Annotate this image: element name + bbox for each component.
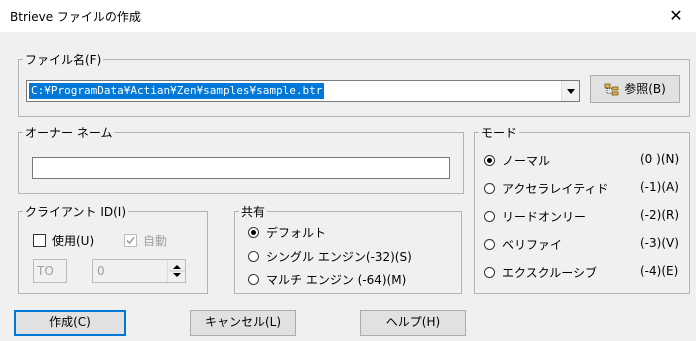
use-label: 使用(U) bbox=[52, 234, 95, 248]
cancel-button[interactable]: キャンセル(L) bbox=[190, 310, 296, 336]
file-name-legend: ファイル名(F) bbox=[25, 53, 102, 67]
spin-arrows-icon bbox=[169, 265, 185, 277]
auto-label: 自動 bbox=[143, 234, 168, 248]
chevron-down-icon bbox=[567, 89, 575, 94]
browse-button[interactable]: 参照(B) bbox=[590, 75, 680, 103]
share-multi-engine-label: マルチ エンジン (-64)(M) bbox=[266, 273, 407, 287]
client-prefix-value: TO bbox=[37, 264, 54, 278]
file-name-value: C:¥ProgramData¥Actian¥Zen¥samples¥sample… bbox=[29, 83, 325, 99]
mode-normal-label: ノーマル bbox=[502, 154, 551, 168]
use-checkbox[interactable] bbox=[33, 234, 46, 247]
create-button[interactable]: 作成(C) bbox=[14, 310, 126, 336]
mode-accelerated-radio[interactable] bbox=[484, 183, 495, 194]
folder-tree-icon bbox=[604, 83, 619, 95]
share-legend: 共有 bbox=[241, 205, 266, 219]
combo-dropdown-button[interactable] bbox=[561, 81, 579, 101]
client-id-legend: クライアント ID(I) bbox=[25, 205, 127, 219]
title-bar: Btrieve ファイルの作成 ✕ bbox=[0, 0, 696, 32]
mode-exclusive-radio[interactable] bbox=[484, 267, 495, 278]
mode-exclusive-code: (-4)(E) bbox=[640, 264, 679, 278]
client-number-spinner[interactable]: 0 bbox=[92, 259, 186, 283]
file-name-combo[interactable]: C:¥ProgramData¥Actian¥Zen¥samples¥sample… bbox=[26, 80, 580, 102]
client-prefix-field: TO bbox=[33, 259, 67, 283]
share-single-engine-label: シングル エンジン(-32)(S) bbox=[266, 250, 412, 264]
mode-verify-label: ベリファイ bbox=[502, 238, 563, 252]
mode-readonly-code: (-2)(R) bbox=[640, 208, 680, 222]
auto-checkbox bbox=[124, 234, 137, 247]
owner-name-input[interactable] bbox=[32, 157, 450, 179]
share-default-radio[interactable] bbox=[248, 227, 259, 238]
mode-legend: モード bbox=[481, 126, 518, 140]
spin-buttons[interactable] bbox=[167, 260, 185, 282]
share-default-label: デフォルト bbox=[266, 226, 327, 240]
browse-label: 参照(B) bbox=[624, 82, 666, 96]
client-number-value: 0 bbox=[97, 264, 105, 278]
mode-verify-code: (-3)(V) bbox=[640, 236, 679, 250]
close-icon[interactable]: ✕ bbox=[662, 4, 690, 28]
mode-accelerated-label: アクセラレイティド bbox=[502, 182, 609, 196]
share-multi-engine-radio[interactable] bbox=[248, 274, 259, 285]
help-button[interactable]: ヘルプ(H) bbox=[360, 310, 466, 336]
share-single-engine-radio[interactable] bbox=[248, 251, 259, 262]
checkmark-icon bbox=[126, 236, 135, 245]
owner-name-legend: オーナー ネーム bbox=[25, 126, 113, 140]
mode-verify-radio[interactable] bbox=[484, 239, 495, 250]
mode-normal-radio[interactable] bbox=[484, 155, 495, 166]
mode-readonly-label: リードオンリー bbox=[502, 210, 587, 224]
window-title: Btrieve ファイルの作成 bbox=[10, 10, 141, 24]
mode-exclusive-label: エクスクルーシブ bbox=[502, 266, 598, 280]
mode-accelerated-code: (-1)(A) bbox=[640, 180, 679, 194]
mode-readonly-radio[interactable] bbox=[484, 211, 495, 222]
mode-normal-code: (0 )(N) bbox=[640, 152, 680, 166]
